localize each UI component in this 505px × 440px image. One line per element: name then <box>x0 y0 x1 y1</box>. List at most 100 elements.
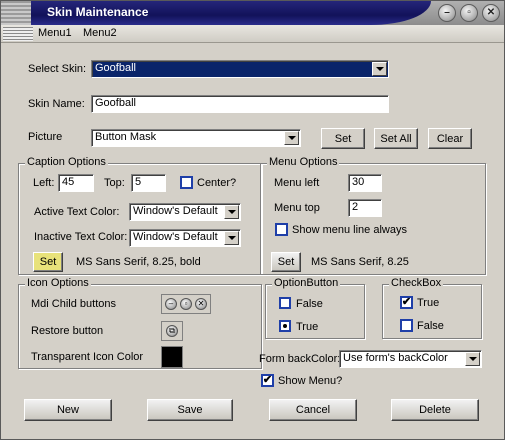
caption-options-title: Caption Options <box>25 156 108 168</box>
caption-left-label: Left: <box>33 177 55 189</box>
skin-maintenance-window: Skin Maintenance – ▫ ✕ Menu1 Menu2 Selec… <box>0 0 505 440</box>
restore-button-label: Restore button <box>31 325 104 337</box>
menu-top-input[interactable]: 2 <box>348 199 382 217</box>
picture-clear-button[interactable]: Clear <box>428 128 472 149</box>
caption-top-label: Top: <box>104 177 125 189</box>
select-skin-label: Select Skin: <box>28 63 87 75</box>
checkbox-true-label: True <box>417 297 440 309</box>
save-button[interactable]: Save <box>147 399 233 421</box>
chevron-down-icon[interactable] <box>372 62 387 76</box>
option-false-label: False <box>296 298 323 310</box>
chevron-down-icon[interactable] <box>465 352 480 366</box>
picture-dropdown[interactable]: Button Mask <box>91 129 301 147</box>
mdi-child-buttons-preview[interactable]: – ▫ ✕ <box>161 294 211 314</box>
caption-font-text: MS Sans Serif, 8.25, bold <box>76 256 201 268</box>
menu-top-value: 2 <box>352 201 359 213</box>
inactive-text-color-label: Inactive Text Color: <box>34 231 128 243</box>
restore-button-preview[interactable]: ⧉ <box>161 321 183 341</box>
caption-left-value: 45 <box>62 176 75 188</box>
mdi-child-buttons-label: Mdi Child buttons <box>31 298 116 310</box>
caption-font-set-button[interactable]: Set <box>33 252 63 272</box>
checkbox-true[interactable]: ✔ <box>400 296 413 309</box>
option-true-label: True <box>296 321 319 333</box>
window-title: Skin Maintenance <box>47 5 149 19</box>
active-text-color-value: Window's Default <box>133 205 218 217</box>
transparent-icon-color-label: Transparent Icon Color <box>31 351 144 363</box>
show-menu-label: Show Menu? <box>278 375 343 387</box>
chevron-down-icon[interactable] <box>284 131 299 145</box>
inactive-text-color-dropdown[interactable]: Window's Default <box>129 229 241 247</box>
skin-name-input[interactable]: Goofball <box>91 95 389 113</box>
menu-top-label: Menu top <box>274 202 320 214</box>
menu-left-label: Menu left <box>274 177 320 189</box>
option-true-radio[interactable] <box>279 320 291 332</box>
skin-name-value: Goofball <box>95 97 136 109</box>
picture-label: Picture <box>28 131 63 143</box>
save-button-label: Save <box>177 404 203 416</box>
menu-left-value: 30 <box>352 176 365 188</box>
cancel-button-label: Cancel <box>295 404 331 416</box>
delete-button[interactable]: Delete <box>391 399 479 421</box>
caption-left-input[interactable]: 45 <box>58 174 94 192</box>
form-backcolor-dropdown[interactable]: Use form's backColor <box>339 350 482 368</box>
title-bar[interactable]: Skin Maintenance – ▫ ✕ <box>1 1 504 25</box>
picture-set-label: Set <box>334 132 352 145</box>
minimize-icon: – <box>444 7 450 18</box>
close-button[interactable]: ✕ <box>482 4 500 22</box>
delete-button-label: Delete <box>419 404 451 416</box>
restore-icon: ▫ <box>467 7 471 18</box>
show-menu-line-checkbox[interactable] <box>275 223 288 236</box>
picture-clear-label: Clear <box>436 132 464 145</box>
checkbox-false[interactable] <box>400 319 413 332</box>
select-skin-value: Goofball <box>95 62 136 74</box>
restore-window-button[interactable]: ▫ <box>460 4 478 22</box>
picture-set-all-button[interactable]: Set All <box>374 128 418 149</box>
caption-top-value: 5 <box>135 176 142 188</box>
close-icon: ✕ <box>486 7 496 18</box>
restore-icon: ⧉ <box>166 325 178 337</box>
option-false-radio[interactable] <box>279 297 291 309</box>
minimize-button[interactable]: – <box>438 4 456 22</box>
picture-value: Button Mask <box>95 131 157 143</box>
transparent-icon-color-swatch[interactable] <box>161 346 183 368</box>
active-text-color-dropdown[interactable]: Window's Default <box>129 203 241 221</box>
checkbox-group-title: CheckBox <box>389 277 444 289</box>
caption-top-input[interactable]: 5 <box>131 174 166 192</box>
menu-grip <box>3 27 33 41</box>
chevron-down-icon[interactable] <box>224 231 239 245</box>
select-skin-dropdown[interactable]: Goofball <box>91 60 389 78</box>
check-icon: ✔ <box>262 374 273 386</box>
picture-set-all-label: Set All <box>380 132 412 145</box>
restore-icon: ▫ <box>180 298 192 310</box>
form-backcolor-label: Form backColor: <box>259 353 341 365</box>
form-backcolor-value: Use form's backColor <box>343 352 448 364</box>
inactive-text-color-value: Window's Default <box>133 231 218 243</box>
option-button-title: OptionButton <box>272 277 341 289</box>
menu-font-set-button[interactable]: Set <box>271 252 301 272</box>
close-icon: ✕ <box>195 298 207 310</box>
chevron-down-icon[interactable] <box>224 205 239 219</box>
menu-options-title: Menu Options <box>267 156 340 168</box>
active-text-color-label: Active Text Color: <box>34 206 120 218</box>
minimize-icon: – <box>165 298 177 310</box>
menu-left-input[interactable]: 30 <box>348 174 382 192</box>
menu-font-text: MS Sans Serif, 8.25 <box>311 256 409 268</box>
caption-center-checkbox[interactable] <box>180 176 193 189</box>
check-icon: ✔ <box>401 296 412 308</box>
new-button-label: New <box>56 404 79 416</box>
menu-font-set-label: Set <box>277 256 295 268</box>
show-menu-line-label: Show menu line always <box>292 224 407 236</box>
caption-center-label: Center? <box>197 177 237 189</box>
skin-name-label: Skin Name: <box>28 98 85 110</box>
new-button[interactable]: New <box>24 399 112 421</box>
caption-font-set-label: Set <box>39 256 57 268</box>
cancel-button[interactable]: Cancel <box>269 399 357 421</box>
menu-bar: Menu1 Menu2 <box>1 25 504 43</box>
menu-item-menu1[interactable]: Menu1 <box>38 27 72 39</box>
icon-options-title: Icon Options <box>25 277 91 289</box>
picture-set-button[interactable]: Set <box>321 128 365 149</box>
menu-item-menu2[interactable]: Menu2 <box>83 27 117 39</box>
show-menu-checkbox[interactable]: ✔ <box>261 374 274 387</box>
checkbox-false-label: False <box>417 320 444 332</box>
radio-selected-dot <box>283 324 287 328</box>
